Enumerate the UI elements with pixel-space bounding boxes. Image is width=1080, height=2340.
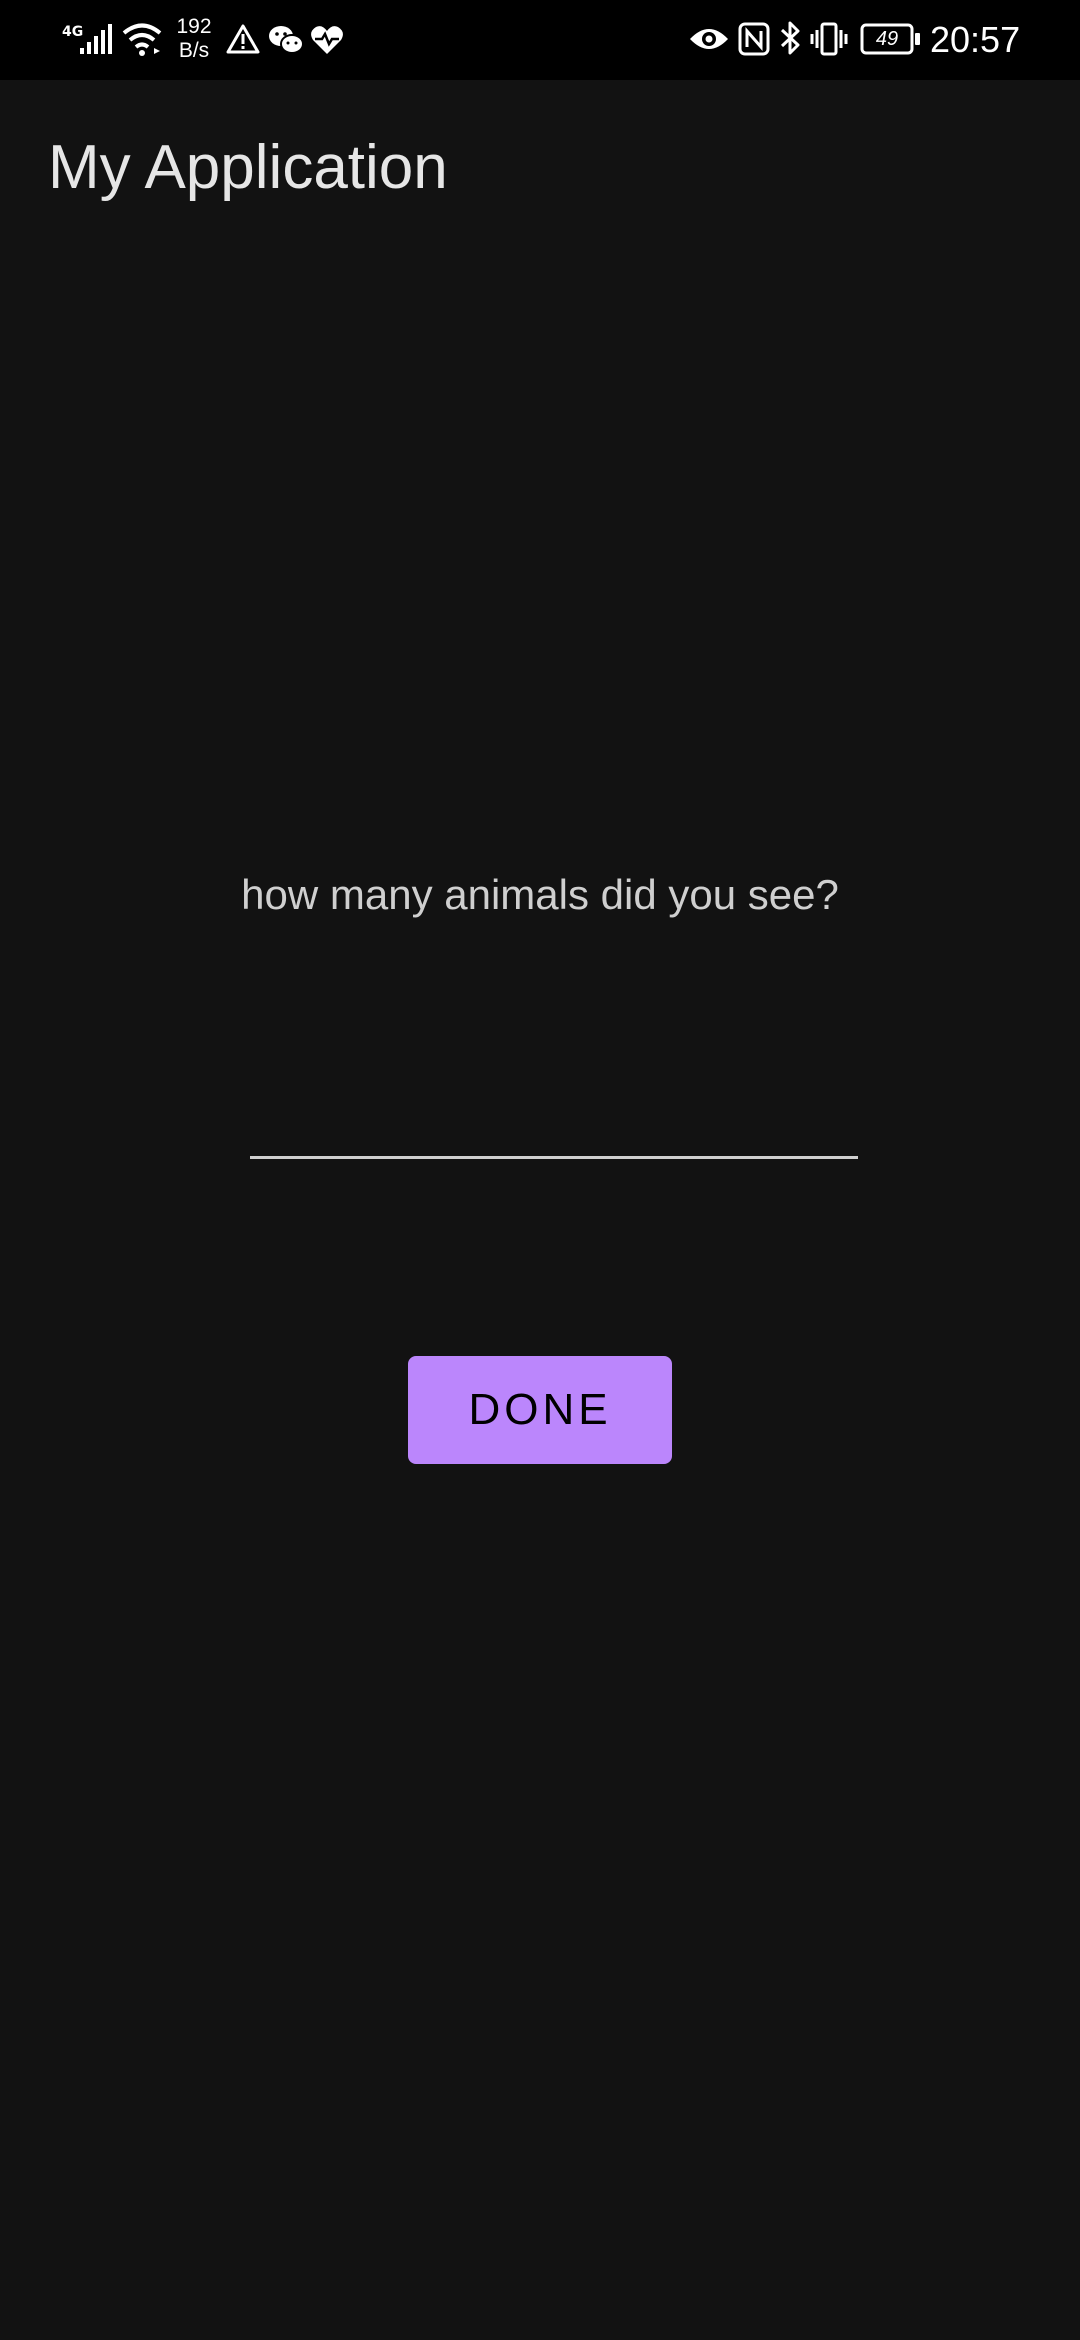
network-speed-unit: B/s [178, 39, 210, 62]
status-bar: 4G 192 B/s 49 20:57 [0, 0, 1080, 80]
wifi-icon [122, 22, 162, 56]
battery-level: 49 [875, 28, 899, 50]
done-button[interactable]: DONE [408, 1356, 672, 1464]
question-label: how many animals did you see? [241, 871, 839, 918]
wechat-icon [268, 24, 304, 56]
bluetooth-icon [778, 20, 802, 56]
nfc-icon [738, 22, 770, 56]
vibrate-icon [810, 22, 848, 56]
health-icon [310, 24, 344, 56]
eye-icon [688, 24, 730, 54]
battery-icon: 49 [860, 23, 922, 55]
clock-time: 20:57 [930, 19, 1021, 60]
animal-count-input[interactable] [250, 1080, 858, 1159]
network-speed: 192 B/s [172, 15, 216, 63]
app-title: My Application [48, 133, 448, 202]
warning-icon [226, 24, 260, 54]
network-speed-value: 192 [176, 15, 212, 38]
signal-icon [78, 24, 114, 56]
